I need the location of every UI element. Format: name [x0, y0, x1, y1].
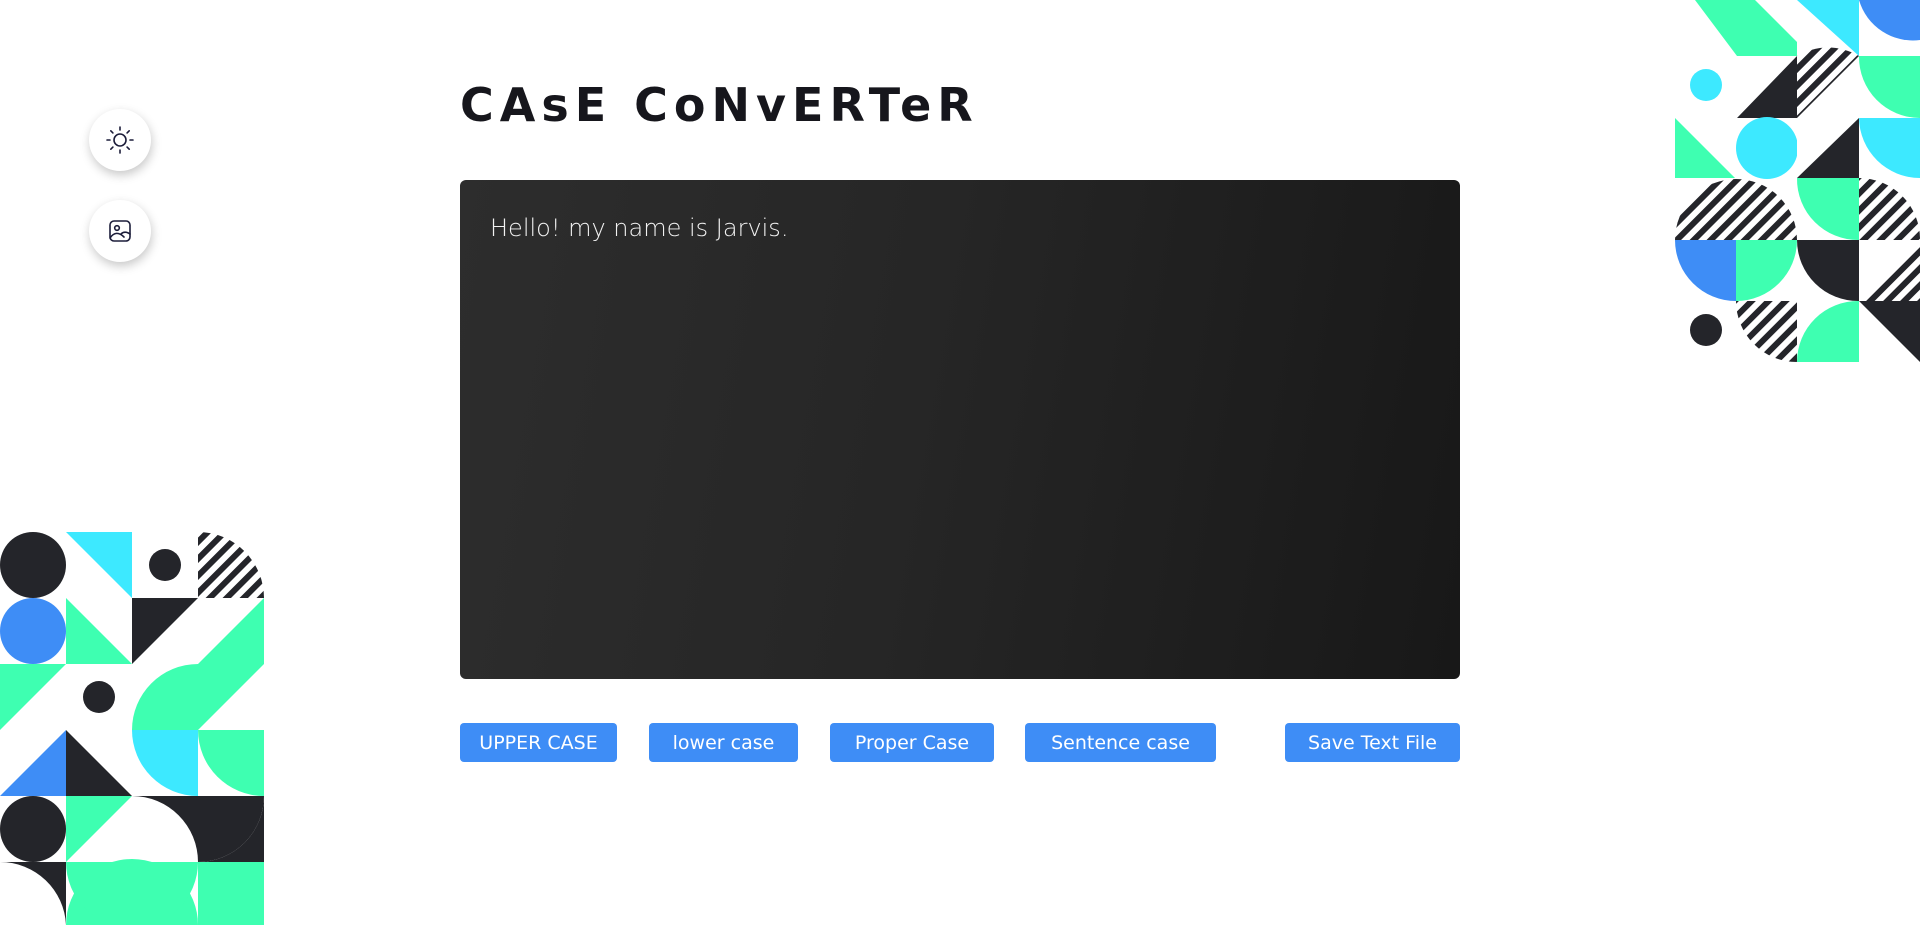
- background-image-button[interactable]: [89, 200, 151, 262]
- lower-case-button[interactable]: lower case: [649, 723, 798, 762]
- sentence-case-button[interactable]: Sentence case: [1025, 723, 1216, 762]
- sun-icon: [106, 126, 134, 154]
- upper-case-button[interactable]: UPPER CASE: [460, 723, 617, 762]
- theme-toggle-button[interactable]: [89, 109, 151, 171]
- image-icon: [109, 220, 131, 242]
- proper-case-button[interactable]: Proper Case: [830, 723, 994, 762]
- page-title: CAsE CoNvERTeR: [460, 78, 979, 132]
- geometric-pattern-bottom-left: [0, 532, 264, 925]
- save-text-file-button[interactable]: Save Text File: [1285, 723, 1460, 762]
- text-input[interactable]: [460, 180, 1460, 679]
- geometric-pattern-top-right: [1675, 0, 1920, 362]
